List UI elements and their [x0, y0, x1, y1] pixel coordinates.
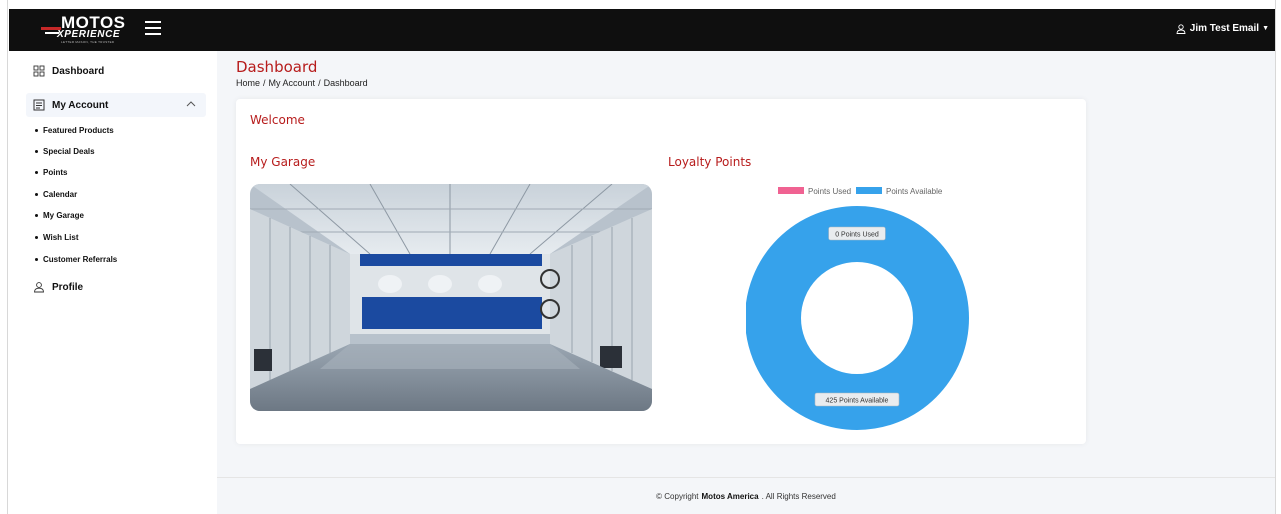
caret-down-icon: ▼ — [1262, 25, 1269, 32]
sidebar-item-label: My Account — [52, 99, 109, 111]
breadcrumb-current: Dashboard — [323, 78, 368, 88]
breadcrumb-separator: / — [263, 78, 266, 88]
sidebar-subitem-my-garage[interactable]: My Garage — [35, 211, 84, 220]
breadcrumb: Home / My Account / Dashboard — [236, 78, 371, 88]
welcome-heading: Welcome — [250, 113, 305, 127]
hamburger-menu-icon[interactable] — [145, 21, 161, 35]
slice-label-0: 0 Points Used — [835, 232, 879, 239]
sidebar-item-label: Dashboard — [52, 65, 105, 77]
footer: © Copyright Motos America . All Rights R… — [217, 477, 1275, 514]
breadcrumb-home[interactable]: Home — [236, 78, 260, 88]
sidebar-subitem-wish-list[interactable]: Wish List — [35, 233, 78, 242]
legend-swatch-1 — [856, 187, 882, 194]
loyalty-points-chart: Points Used Points Available 0 Points Used… — [745, 181, 996, 431]
user-icon — [1176, 23, 1186, 34]
motos-xperience-logo[interactable]: MOTOS XPERIENCE LETTER MASON, THE TRUSTE… — [39, 14, 131, 46]
footer-copyright-prefix: © Copyright — [656, 491, 699, 501]
bullet — [35, 150, 38, 153]
bullet — [35, 214, 38, 217]
user-menu-dropdown[interactable]: Jim Test Email ▼ — [1176, 23, 1269, 34]
sidebar-subitem-calendar[interactable]: Calendar — [35, 190, 77, 199]
grid-icon — [33, 65, 45, 77]
sidebar-subitem-label: Points — [43, 168, 68, 177]
slice-label-1: 425 Points Available — [826, 398, 889, 405]
window-left-border — [0, 0, 8, 514]
user-icon — [34, 282, 44, 293]
donut-chart-svg: Points Used Points Available 0 Points Used… — [745, 187, 969, 430]
breadcrumb-separator: / — [318, 78, 321, 88]
bullet — [35, 171, 38, 174]
legend-swatch-0 — [778, 187, 804, 194]
sidebar-subitem-label: Special Deals — [43, 147, 95, 156]
sidebar-item-profile[interactable]: Profile — [33, 281, 83, 293]
chevron-up-icon[interactable] — [186, 99, 196, 109]
sidebar-subitem-featured-products[interactable]: Featured Products — [35, 126, 114, 135]
footer-copyright-suffix: . All Rights Reserved — [761, 491, 836, 501]
window-right-border — [1275, 0, 1281, 514]
sidebar-subitem-label: Customer Referrals — [43, 255, 118, 264]
loyalty-points-heading: Loyalty Points — [668, 155, 752, 169]
bullet — [35, 129, 38, 132]
breadcrumb-my-account[interactable]: My Account — [269, 78, 316, 88]
logo-tagline: LETTER MASON, THE TRUSTED — [61, 40, 115, 44]
sidebar-subitem-label: My Garage — [43, 211, 84, 220]
sidebar-item-label: Profile — [52, 281, 84, 293]
footer-brand: Motos America — [701, 491, 759, 501]
main-content: Dashboard Home / My Account / Dashboard … — [217, 51, 1275, 514]
sidebar-subitem-label: Calendar — [43, 190, 78, 199]
account-list-icon — [33, 99, 45, 111]
user-name: Jim Test Email — [1189, 23, 1260, 34]
sidebar-subitem-label: Featured Products — [43, 126, 114, 135]
garage-illustration — [250, 184, 652, 411]
page-title: Dashboard — [236, 58, 318, 76]
sidebar-subitem-points[interactable]: Points — [35, 168, 67, 177]
my-garage-heading: My Garage — [250, 155, 316, 169]
logo-text-bottom: XPERIENCE — [57, 29, 121, 40]
sidebar-item-dashboard[interactable]: Dashboard — [33, 65, 104, 77]
donut-slice-1 — [745, 206, 969, 430]
legend-label-0: Points Used — [808, 187, 851, 196]
sidebar: Dashboard My Account Featured Products S… — [9, 51, 217, 514]
bullet — [35, 258, 38, 261]
dashboard-card: Welcome My Garage Loyalty Points Points … — [236, 99, 1086, 444]
sidebar-subitem-customer-referrals[interactable]: Customer Referrals — [35, 255, 117, 264]
garage-image — [250, 184, 652, 411]
top-navbar: MOTOS XPERIENCE LETTER MASON, THE TRUSTE… — [9, 9, 1275, 51]
legend-label-1: Points Available — [886, 187, 943, 196]
sidebar-subitem-label: Wish List — [43, 233, 79, 242]
sidebar-subitem-special-deals[interactable]: Special Deals — [35, 147, 95, 156]
sidebar-item-my-account[interactable]: My Account — [26, 93, 206, 117]
bullet — [35, 236, 38, 239]
bullet — [35, 193, 38, 196]
